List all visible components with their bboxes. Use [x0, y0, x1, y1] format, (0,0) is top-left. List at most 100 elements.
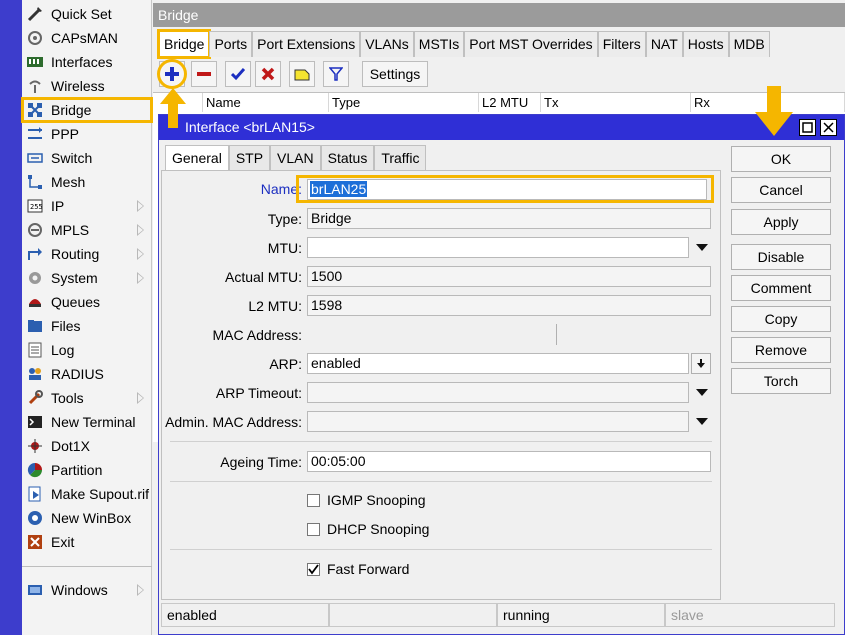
igmp-snooping-checkbox[interactable]	[307, 494, 320, 507]
dhcp-snooping-checkbox[interactable]	[307, 523, 320, 536]
sidebar-item-ppp[interactable]: PPP	[22, 122, 152, 146]
tab-status[interactable]: Status	[320, 145, 375, 171]
mtu-input[interactable]	[307, 237, 689, 258]
igmp-snooping-label: IGMP Snooping	[327, 492, 426, 508]
sidebar-item-capsman[interactable]: CAPsMAN	[22, 26, 152, 50]
sidebar-item-label: Log	[51, 342, 75, 358]
sidebar-item-tools[interactable]: Tools	[22, 386, 152, 410]
tab-port-mst-overrides[interactable]: Port MST Overrides	[464, 31, 598, 57]
ip-icon: 255	[25, 197, 45, 215]
settings-button[interactable]: Settings	[362, 61, 428, 87]
arp-timeout-dropdown-arrow-icon[interactable]	[696, 389, 708, 396]
disable-button[interactable]	[255, 61, 281, 87]
sidebar-item-new-winbox[interactable]: New WinBox	[22, 506, 152, 530]
minus-icon	[197, 72, 211, 76]
sidebar-item-partition[interactable]: Partition	[22, 458, 152, 482]
annotation-arrow-down-icon	[755, 86, 793, 136]
submenu-arrow-icon	[137, 272, 144, 284]
sidebar-item-label: CAPsMAN	[51, 30, 118, 46]
sidebar-item-radius[interactable]: RADIUS	[22, 362, 152, 386]
comment-button[interactable]	[289, 61, 315, 87]
arp-dropdown-button[interactable]	[691, 353, 711, 374]
tab-vlan[interactable]: VLAN	[270, 145, 321, 171]
sidebar-item-windows[interactable]: Windows	[22, 578, 152, 602]
sidebar-item-system[interactable]: System	[22, 266, 152, 290]
maximize-button[interactable]	[799, 119, 816, 136]
section-divider	[170, 481, 712, 482]
sidebar-item-label: IP	[51, 198, 65, 214]
sidebar-item-new-terminal[interactable]: New Terminal	[22, 410, 152, 434]
sidebar-item-label: Queues	[51, 294, 101, 310]
arp-timeout-input[interactable]	[307, 382, 689, 403]
interfaces-icon	[25, 53, 45, 71]
sidebar-item-bridge[interactable]: Bridge	[21, 97, 153, 123]
cancel-button[interactable]: Cancel	[731, 177, 831, 203]
sidebar-item-wireless[interactable]: Wireless	[22, 74, 152, 98]
section-divider	[170, 441, 712, 442]
tab-mdb[interactable]: MDB	[728, 31, 770, 57]
mtu-dropdown-arrow-icon[interactable]	[696, 244, 708, 251]
sidebar-item-label: New WinBox	[51, 510, 132, 526]
apply-button[interactable]: Apply	[731, 209, 831, 235]
tab-ports[interactable]: Ports	[209, 31, 253, 57]
sidebar-item-label: PPP	[51, 126, 80, 142]
bridge-window-title: Bridge	[153, 3, 845, 27]
annotation-circle-add	[157, 59, 187, 89]
winbox-icon	[25, 509, 45, 527]
svg-text:255: 255	[30, 203, 43, 211]
sidebar-item-mesh[interactable]: Mesh	[22, 170, 152, 194]
dialog-tab-bar: General STP VLAN Status Traffic	[165, 145, 427, 171]
torch-button[interactable]: Torch	[731, 368, 831, 394]
sidebar-item-files[interactable]: Files	[22, 314, 152, 338]
tab-filters[interactable]: Filters	[597, 31, 646, 57]
tab-mstis[interactable]: MSTIs	[413, 31, 465, 57]
admin-mac-input[interactable]	[307, 411, 689, 432]
ok-button[interactable]: OK	[731, 146, 831, 172]
sidebar-item-ip[interactable]: 255 IP	[22, 194, 152, 218]
sidebar-item-label: Wireless	[51, 78, 105, 94]
comment-button[interactable]: Comment	[731, 275, 831, 301]
mtu-label: MTU:	[267, 240, 302, 256]
column-header-tx[interactable]: Tx	[541, 93, 691, 112]
column-header-name[interactable]: Name	[203, 93, 329, 112]
tab-bridge[interactable]: Bridge	[156, 29, 212, 59]
sidebar-item-dot1x[interactable]: Dot1X	[22, 434, 152, 458]
tab-vlans[interactable]: VLANs	[360, 31, 414, 57]
fast-forward-checkbox[interactable]	[307, 563, 320, 576]
ageing-time-input[interactable]: 00:05:00	[307, 451, 711, 472]
sidebar-item-exit[interactable]: Exit	[22, 530, 152, 554]
wireless-icon	[25, 77, 45, 95]
remove-button[interactable]	[191, 61, 217, 87]
tools-icon	[25, 389, 45, 407]
column-header-type[interactable]: Type	[329, 93, 479, 112]
tab-hosts[interactable]: Hosts	[682, 31, 729, 57]
status-enabled: enabled	[161, 603, 329, 627]
l2-mtu-value: 1598	[307, 295, 711, 316]
sidebar-item-routing[interactable]: Routing	[22, 242, 152, 266]
enable-button[interactable]	[225, 61, 251, 87]
tab-general[interactable]: General	[165, 145, 229, 171]
column-header-l2-mtu[interactable]: L2 MTU	[479, 93, 541, 112]
remove-button[interactable]: Remove	[731, 337, 831, 363]
disable-button[interactable]: Disable	[731, 244, 831, 270]
sidebar-item-label: Make Supout.rif	[51, 486, 150, 502]
status-running: running	[497, 603, 665, 627]
arp-select[interactable]: enabled	[307, 353, 689, 374]
admin-mac-dropdown-arrow-icon[interactable]	[696, 418, 708, 425]
sidebar-item-interfaces[interactable]: Interfaces	[22, 50, 152, 74]
switch-icon	[25, 149, 45, 167]
close-button[interactable]	[820, 119, 837, 136]
sidebar-item-quick-set[interactable]: Quick Set	[22, 2, 152, 26]
tab-port-extensions[interactable]: Port Extensions	[252, 31, 361, 57]
submenu-arrow-icon	[137, 392, 144, 404]
copy-button[interactable]: Copy	[731, 306, 831, 332]
sidebar-item-queues[interactable]: Queues	[22, 290, 152, 314]
sidebar-item-mpls[interactable]: MPLS	[22, 218, 152, 242]
tab-traffic[interactable]: Traffic	[374, 145, 427, 171]
sidebar-item-make-supout[interactable]: Make Supout.rif	[22, 482, 152, 506]
tab-stp[interactable]: STP	[228, 145, 271, 171]
sidebar-item-switch[interactable]: Switch	[22, 146, 152, 170]
filter-button[interactable]	[323, 61, 349, 87]
sidebar-item-log[interactable]: Log	[22, 338, 152, 362]
tab-nat[interactable]: NAT	[645, 31, 683, 57]
